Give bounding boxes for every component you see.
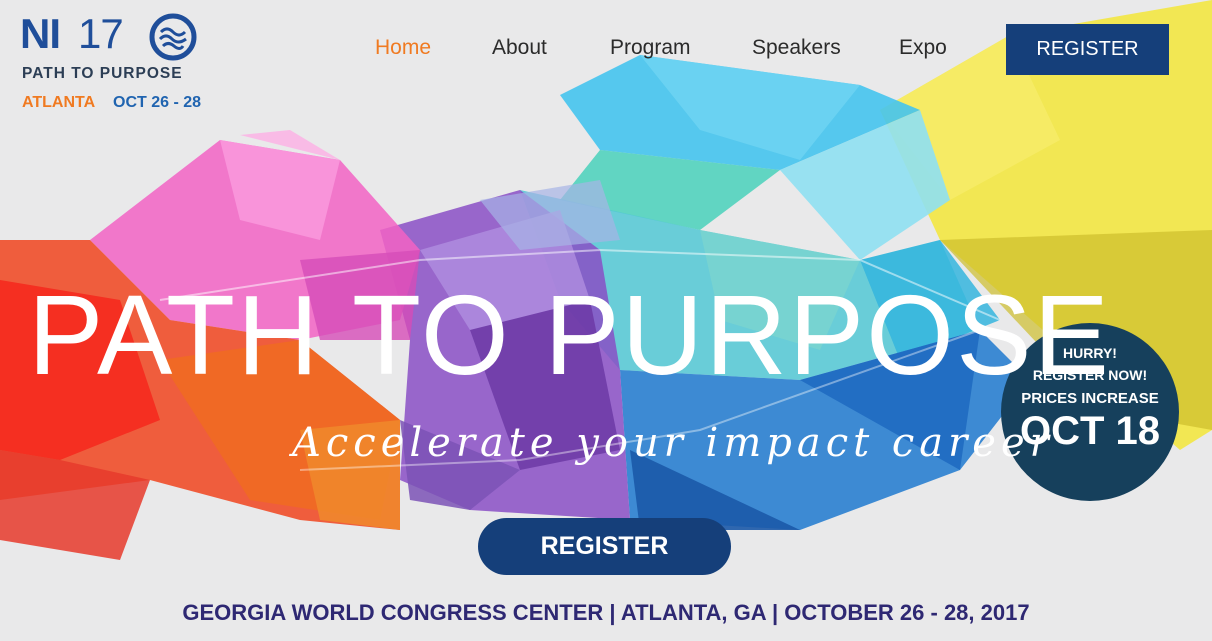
hero-title: PATH TO PURPOSE [28, 272, 1111, 398]
nav-item-about[interactable]: About [492, 36, 547, 60]
logo-tagline: PATH TO PURPOSE [22, 65, 183, 82]
hero-subtitle: Accelerate your impact career [292, 420, 1054, 466]
logo-dates: OCT 26 - 28 [113, 94, 202, 111]
nav-item-program[interactable]: Program [610, 36, 691, 60]
nav-item-expo[interactable]: Expo [899, 36, 947, 60]
logo-event-short: NI [20, 10, 61, 57]
venue-info: GEORGIA WORLD CONGRESS CENTER | ATLANTA,… [182, 600, 1030, 625]
nav-item-speakers[interactable]: Speakers [752, 36, 841, 60]
globe-logo-icon [149, 13, 197, 61]
logo-event-year: 17 [78, 10, 124, 57]
nav-register-button[interactable]: REGISTER [1006, 24, 1169, 75]
logo-city: ATLANTA [22, 94, 96, 111]
nav-item-home[interactable]: Home [375, 36, 431, 60]
hero-register-button[interactable]: REGISTER [478, 518, 731, 575]
site-logo[interactable]: NI 17 PATH TO PURPOSE ATLANTA OCT 26 - 2… [20, 10, 210, 115]
